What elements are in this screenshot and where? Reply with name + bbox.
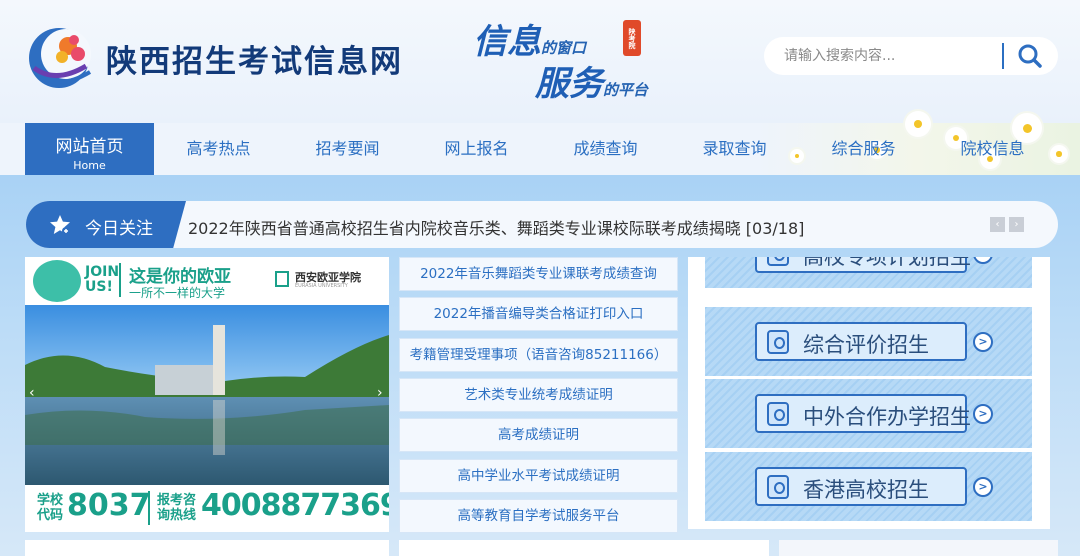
document-icon bbox=[767, 402, 789, 426]
nav-admission-query[interactable]: 录取查询 bbox=[670, 123, 799, 175]
ticker-prev-button[interactable]: ‹ bbox=[990, 217, 1005, 232]
ad-hotline: 4008877369 bbox=[201, 488, 389, 523]
promo-label: 高校专项计划招生 bbox=[803, 257, 971, 269]
chevron-right-icon: > bbox=[973, 257, 993, 264]
ad-person-avatar bbox=[33, 260, 81, 302]
slogan-part1-small: 的窗口 bbox=[541, 39, 587, 57]
search-box bbox=[764, 37, 1058, 75]
ad-school-code: 8037 bbox=[67, 488, 151, 523]
promo-pill: 中外合作办学招生 bbox=[755, 394, 971, 433]
ad-subline: 一所不一样的大学 bbox=[129, 286, 226, 300]
ad-hotline-label: 报考咨 询热线 bbox=[157, 493, 196, 523]
ticker-headline-link[interactable]: 2022年陕西省普通高校招生省内院校音乐类、舞蹈类专业课校际联考成绩揭晓 [03… bbox=[188, 215, 804, 239]
ad-bottom-strip: 学校 代码 8037 报考咨 询热线 4008877369 bbox=[25, 485, 389, 532]
promo-special-plan[interactable]: 高校专项计划招生 > bbox=[705, 257, 1032, 288]
ad-divider bbox=[119, 263, 121, 297]
quick-link-art-score-cert[interactable]: 艺术类专业统考成绩证明 bbox=[399, 378, 678, 412]
document-icon bbox=[767, 257, 789, 266]
promo-label: 香港高校招生 bbox=[803, 478, 929, 502]
chevron-right-icon: > bbox=[973, 404, 993, 424]
ad-next-button[interactable]: › bbox=[377, 385, 383, 401]
ticker-label: 今日关注 bbox=[85, 219, 153, 239]
quick-link-gaokao-score-cert[interactable]: 高考成绩证明 bbox=[399, 418, 678, 452]
promo-sino-foreign[interactable]: 中外合作办学招生 > bbox=[705, 379, 1032, 448]
slogan-part1-big: 信息 bbox=[473, 22, 541, 62]
slogan-part2-big: 服务 bbox=[535, 64, 603, 104]
promo-label: 综合评价招生 bbox=[803, 333, 929, 357]
ad-prev-button[interactable]: ‹ bbox=[29, 385, 35, 401]
ad-code-label-1: 学校 bbox=[37, 493, 64, 508]
enrollment-programs-panel: 高校专项计划招生 > 综合评价招生 > 中外合作办学招生 > 香港高校招生 > bbox=[688, 257, 1050, 529]
next-section-edge bbox=[779, 540, 1058, 556]
promo-label: 中外合作办学招生 bbox=[803, 405, 971, 429]
nav-home[interactable]: 网站首页 Home bbox=[25, 123, 154, 175]
quick-link-broadcast-cert[interactable]: 2022年播音编导类合格证打印入口 bbox=[399, 297, 678, 331]
nav-score-query[interactable]: 成绩查询 bbox=[541, 123, 670, 175]
site-header: 陕西招生考试信息网 信息的窗口 服务的平台 陕考院 bbox=[0, 0, 1080, 123]
ad-divider-2 bbox=[148, 491, 150, 525]
campus-photo bbox=[25, 305, 389, 485]
ad-school-en: EURASIA UNIVERSITY bbox=[295, 283, 348, 289]
ad-code-label: 学校 代码 bbox=[37, 493, 63, 523]
ad-hotline-label-2: 询热线 bbox=[157, 508, 197, 523]
site-logo-icon[interactable] bbox=[26, 24, 96, 90]
document-icon bbox=[767, 475, 789, 499]
search-divider bbox=[1002, 43, 1004, 69]
nav-online-registration[interactable]: 网上报名 bbox=[412, 123, 541, 175]
promo-hongkong[interactable]: 香港高校招生 > bbox=[705, 452, 1032, 521]
ticker-next-button[interactable]: › bbox=[1009, 217, 1024, 232]
nav-services[interactable]: 综合服务 bbox=[799, 123, 928, 175]
quick-link-self-study-platform[interactable]: 高等教育自学考试服务平台 bbox=[399, 499, 678, 533]
nav-admission-news[interactable]: 招考要闻 bbox=[283, 123, 412, 175]
nav-college-info[interactable]: 院校信息 bbox=[928, 123, 1057, 175]
ad-top-strip: JOIN US! 这是你的欧亚 一所不一样的大学 西安欧亚学院 EURASIA … bbox=[25, 257, 389, 305]
promo-pill: 香港高校招生 bbox=[755, 467, 967, 506]
promo-comprehensive-evaluation[interactable]: 综合评价招生 > bbox=[705, 307, 1032, 376]
quick-link-music-dance-score[interactable]: 2022年音乐舞蹈类专业课联考成绩查询 bbox=[399, 257, 678, 291]
ad-join-line2: US! bbox=[85, 279, 113, 295]
quick-link-record-management[interactable]: 考籍管理受理事项（语音咨询85211166） bbox=[399, 338, 678, 372]
ticker-header: 今日关注 bbox=[26, 201, 186, 248]
university-ad-banner[interactable]: JOIN US! 这是你的欧亚 一所不一样的大学 西安欧亚学院 EURASIA … bbox=[25, 257, 389, 532]
ad-code-label-2: 代码 bbox=[37, 508, 64, 523]
ad-school-logo-icon bbox=[275, 271, 289, 287]
nav-home-sublabel: Home bbox=[73, 159, 106, 172]
ad-join-text: JOIN US! bbox=[85, 265, 119, 295]
star-icon bbox=[50, 215, 70, 235]
chevron-right-icon: > bbox=[973, 477, 993, 497]
chevron-right-icon: > bbox=[973, 332, 993, 352]
ad-join-line1: JOIN bbox=[85, 264, 120, 280]
main-nav: 网站首页 Home 高考热点 招考要闻 网上报名 成绩查询 录取查询 综合服务 … bbox=[0, 111, 1080, 175]
search-icon[interactable] bbox=[1012, 42, 1048, 70]
nav-home-label: 网站首页 bbox=[55, 137, 124, 157]
site-title: 陕西招生考试信息网 bbox=[106, 44, 403, 80]
nav-gaokao-hot[interactable]: 高考热点 bbox=[154, 123, 283, 175]
next-section-edge bbox=[399, 540, 769, 556]
next-section-edge bbox=[25, 540, 389, 556]
quick-link-academic-level-cert[interactable]: 高中学业水平考试成绩证明 bbox=[399, 459, 678, 493]
search-input[interactable] bbox=[784, 45, 999, 67]
slogan-seal: 陕考院 bbox=[623, 20, 641, 56]
slogan-part2-small: 的平台 bbox=[603, 81, 649, 99]
promo-pill: 综合评价招生 bbox=[755, 322, 967, 361]
news-ticker: 今日关注 2022年陕西省普通高校招生省内院校音乐类、舞蹈类专业课校际联考成绩揭… bbox=[26, 201, 1058, 248]
slogan: 信息的窗口 服务的平台 陕考院 bbox=[473, 14, 683, 104]
document-icon bbox=[767, 330, 789, 354]
ad-hotline-label-1: 报考咨 bbox=[157, 493, 197, 508]
promo-pill: 高校专项计划招生 bbox=[755, 257, 971, 273]
